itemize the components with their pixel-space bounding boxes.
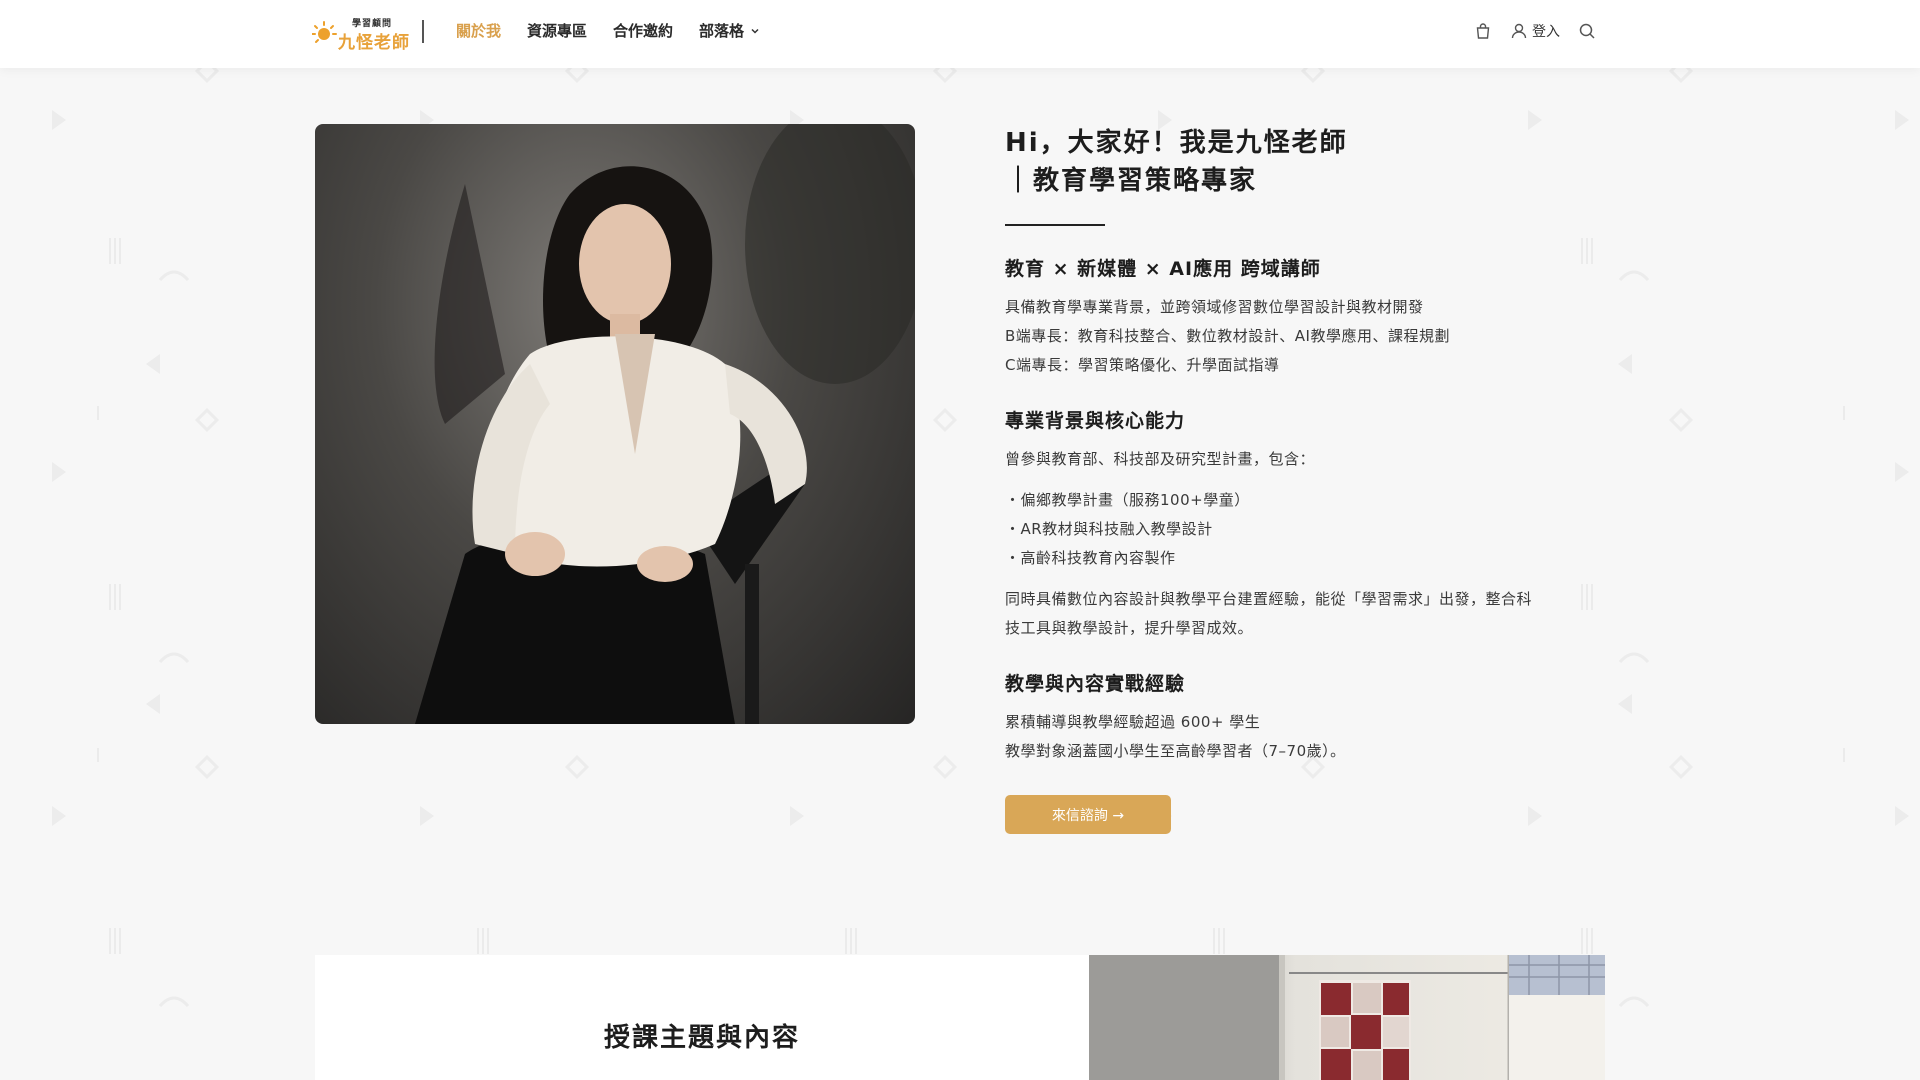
header-actions: 登入 [1474, 21, 1596, 41]
nav-item-label: 合作邀約 [613, 22, 674, 40]
page-title: Hi，大家好！我是九怪老師 ｜教育學習策略專家 [1005, 124, 1605, 200]
nav-item-resources[interactable]: 資源專區 [527, 20, 587, 41]
site-header: 學習顧問 九怪老師 關於我 資源專區 合作邀約 部落格 登入 [0, 0, 1920, 68]
summary-line: 技工具與教學設計，提升學習成效。 [1005, 619, 1254, 637]
background-pattern [52, 68, 1909, 1008]
title-underline [1005, 224, 1105, 226]
section-text-line: B端專長：教育科技整合、數位教材設計、AI教學應用、課程規劃 [1005, 327, 1450, 345]
classroom-photo [1089, 955, 1605, 1080]
chevron-down-icon [751, 28, 759, 34]
profile-photo-illustration [415, 124, 915, 724]
bullet-item: ・高齡科技教育內容製作 [1005, 549, 1176, 567]
sun-logo-icon [312, 21, 337, 43]
section-title-role: 教育 × 新媒體 × AI應用 跨域講師 [1005, 258, 1321, 280]
title-line-1: Hi，大家好！我是九怪老師 [1005, 128, 1348, 158]
course-topics-panel: 授課主題與內容 [315, 955, 1089, 1080]
summary-line: 同時具備數位內容設計與教學平台建置經驗，能從「學習需求」出發，整合科 [1005, 590, 1533, 608]
contact-button[interactable]: 來信諮詢 → [1005, 795, 1171, 834]
logo-main-text: 九怪老師 [338, 33, 410, 53]
header-divider [422, 20, 424, 43]
classroom-photo-illustration [1089, 955, 1605, 1080]
section-text-line: 具備教育學專業背景，並跨領域修習數位學習設計與教材開發 [1005, 298, 1424, 316]
nav-item-label: 資源專區 [527, 22, 588, 40]
section-intro: 曾參與教育部、科技部及研究型計畫，包含： [1005, 450, 1316, 468]
nav-item-label: 關於我 [456, 22, 502, 40]
section-title-experience: 教學與內容實戰經驗 [1005, 673, 1186, 695]
login-label: 登入 [1532, 24, 1560, 40]
main-nav: 關於我 資源專區 合作邀約 部落格 [456, 20, 760, 41]
section-text-line: 累積輔導與教學經驗超過 600+ 學生 [1005, 713, 1261, 731]
search-icon[interactable] [1578, 22, 1596, 40]
user-icon [1511, 23, 1527, 39]
section-title-background: 專業背景與核心能力 [1005, 410, 1186, 432]
section-text-line: 教學對象涵蓋國小學生至高齡學習者（7–70歲）。 [1005, 742, 1346, 760]
nav-item-collaboration[interactable]: 合作邀約 [613, 20, 673, 41]
cart-icon[interactable] [1474, 22, 1492, 40]
nav-item-about[interactable]: 關於我 [456, 20, 501, 41]
nav-item-blog[interactable]: 部落格 [699, 20, 760, 41]
login-link[interactable]: 登入 [1510, 21, 1560, 41]
site-logo[interactable]: 學習顧問 九怪老師 [312, 14, 410, 53]
bullet-item: ・AR教材與科技融入教學設計 [1005, 520, 1213, 538]
section-text-line: C端專長：學習策略優化、升學面試指導 [1005, 356, 1280, 374]
bullet-item: ・偏鄉教學計畫（服務100+學童） [1005, 491, 1250, 509]
section-title-topics: 授課主題與內容 [603, 1023, 800, 1053]
profile-photo [315, 124, 915, 724]
nav-item-label: 部落格 [699, 22, 745, 40]
about-content: Hi，大家好！我是九怪老師 ｜教育學習策略專家 教育 × 新媒體 × AI應用 … [1005, 124, 1605, 766]
title-line-2: ｜教育學習策略專家 [1005, 166, 1258, 196]
